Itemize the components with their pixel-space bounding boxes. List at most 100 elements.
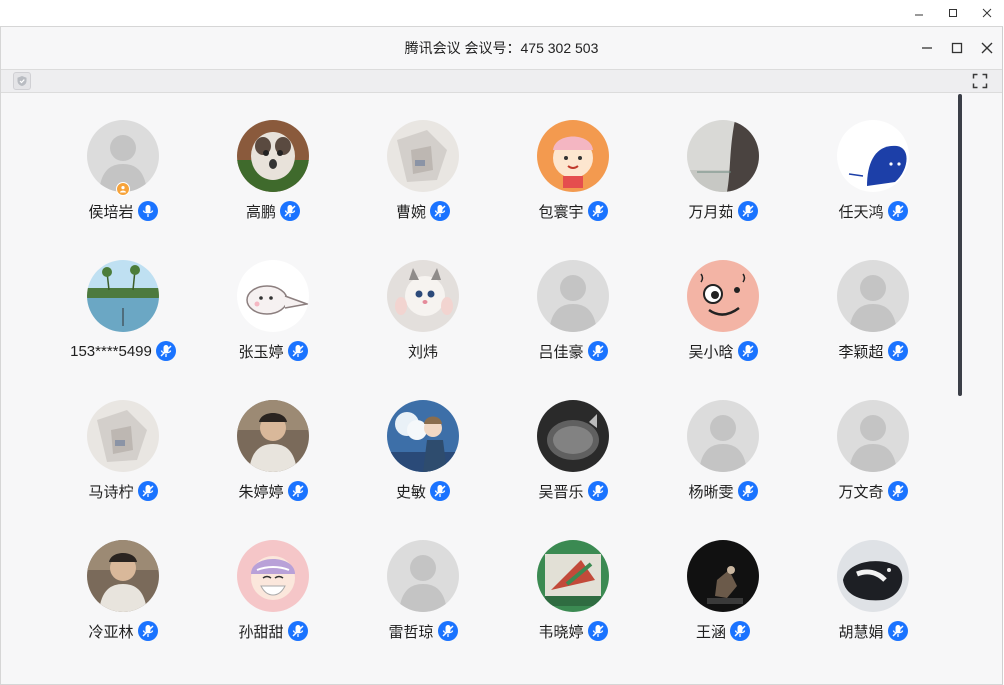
avatar xyxy=(387,260,459,332)
participant-tile[interactable]: 王涵 xyxy=(648,540,798,660)
maximize-icon xyxy=(951,42,963,54)
participant-name-row: 孙甜甜 xyxy=(198,620,348,642)
mic-muted-button[interactable] xyxy=(155,341,176,361)
mic-muted-button[interactable] xyxy=(587,341,608,361)
avatar xyxy=(387,400,459,472)
participant-tile[interactable]: 冷亚林 xyxy=(48,540,198,660)
participant-name: 史敏 xyxy=(395,483,426,501)
participant-name: 王涵 xyxy=(695,623,726,641)
participant-name-row: 包寰宇 xyxy=(498,200,648,222)
participant-name: 万文奇 xyxy=(838,483,884,501)
outer-minimize-button[interactable] xyxy=(902,0,936,26)
participant-name-row: 张玉婷 xyxy=(198,340,348,362)
participant-name: 杨晰雯 xyxy=(688,483,734,501)
participant-tile[interactable]: 吕佳豪 xyxy=(498,260,648,380)
participant-name-row: 153****5499 xyxy=(48,340,198,362)
mic-muted-button[interactable] xyxy=(730,621,750,641)
participant-tile[interactable]: 李颖超 xyxy=(798,260,948,380)
mic-muted-button[interactable] xyxy=(437,621,458,641)
mic-muted-button[interactable] xyxy=(137,481,158,501)
fullscreen-button[interactable] xyxy=(972,73,988,89)
participant-name: 孙甜甜 xyxy=(238,623,284,641)
avatar xyxy=(537,400,609,472)
mic-on-button[interactable] xyxy=(137,201,158,221)
outer-maximize-button[interactable] xyxy=(936,0,970,26)
close-button[interactable] xyxy=(973,35,1001,61)
close-icon xyxy=(982,8,992,18)
participant-name: 侯培岩 xyxy=(88,203,134,221)
mic-muted-button[interactable] xyxy=(587,621,608,641)
mic-muted-icon xyxy=(591,485,604,497)
avatar xyxy=(837,260,909,332)
participant-tile[interactable]: 高鹏 xyxy=(198,120,348,240)
participant-name: 吴小晗 xyxy=(688,343,734,361)
mic-muted-button[interactable] xyxy=(137,621,158,641)
close-icon xyxy=(981,42,993,54)
mic-muted-icon xyxy=(891,625,904,637)
participant-name: 李颖超 xyxy=(838,343,884,361)
participant-tile[interactable]: 张玉婷 xyxy=(198,260,348,380)
participant-tile[interactable]: 万月茹 xyxy=(648,120,798,240)
mic-muted-button[interactable] xyxy=(587,481,608,501)
mic-muted-icon xyxy=(434,205,446,217)
outer-close-button[interactable] xyxy=(970,0,1004,26)
mic-muted-button[interactable] xyxy=(287,341,308,361)
participant-tile[interactable]: 孙甜甜 xyxy=(198,540,348,660)
mic-muted-button[interactable] xyxy=(287,621,308,641)
avatar xyxy=(537,540,609,612)
participant-tile[interactable]: 史敏 xyxy=(348,400,498,520)
participant-name: 153****5499 xyxy=(70,342,152,360)
mic-muted-button[interactable] xyxy=(737,341,758,361)
mic-muted-icon xyxy=(591,345,604,357)
participant-tile[interactable]: 雷哲琼 xyxy=(348,540,498,660)
participant-tile[interactable]: 杨晰雯 xyxy=(648,400,798,520)
participant-tile[interactable]: 153****5499 xyxy=(48,260,198,380)
avatar xyxy=(687,120,759,192)
maximize-button[interactable] xyxy=(943,35,971,61)
participant-tile[interactable]: 朱婷婷 xyxy=(198,400,348,520)
mic-muted-icon xyxy=(441,625,454,637)
participant-tile[interactable]: 曹婉 xyxy=(348,120,498,240)
mic-muted-icon xyxy=(734,625,746,637)
participant-name-row: 马诗柠 xyxy=(48,480,198,502)
participant-name-row: 万文奇 xyxy=(798,480,948,502)
participant-name-row: 侯培岩 xyxy=(48,200,198,222)
mic-muted-button[interactable] xyxy=(430,201,450,221)
participant-tile[interactable]: 韦晓婷 xyxy=(498,540,648,660)
security-button[interactable] xyxy=(13,72,31,90)
participant-name: 包寰宇 xyxy=(538,203,584,221)
mic-muted-button[interactable] xyxy=(737,201,758,221)
mic-muted-button[interactable] xyxy=(887,621,908,641)
participant-tile[interactable]: 包寰宇 xyxy=(498,120,648,240)
participant-name-row: 韦晓婷 xyxy=(498,620,648,642)
participant-name-row: 胡慧娟 xyxy=(798,620,948,642)
mic-muted-button[interactable] xyxy=(430,481,450,501)
mic-muted-button[interactable] xyxy=(887,341,908,361)
mic-muted-icon xyxy=(891,205,904,217)
minimize-button[interactable] xyxy=(913,35,941,61)
participant-tile[interactable]: 马诗柠 xyxy=(48,400,198,520)
participant-name: 万月茹 xyxy=(688,203,734,221)
mic-muted-button[interactable] xyxy=(887,481,908,501)
participant-tile[interactable]: 任天鸿 xyxy=(798,120,948,240)
participant-tile[interactable]: 吴小晗 xyxy=(648,260,798,380)
mic-muted-button[interactable] xyxy=(887,201,908,221)
mic-muted-button[interactable] xyxy=(587,201,608,221)
avatar xyxy=(687,400,759,472)
mic-muted-button[interactable] xyxy=(280,201,300,221)
scrollbar[interactable] xyxy=(958,94,962,396)
participant-name: 任天鸿 xyxy=(838,203,884,221)
mic-muted-icon xyxy=(160,345,172,357)
participant-tile[interactable]: 吴晋乐 xyxy=(498,400,648,520)
participant-name: 冷亚林 xyxy=(88,623,134,641)
participant-tile[interactable]: 刘炜 xyxy=(348,260,498,380)
mic-muted-button[interactable] xyxy=(287,481,308,501)
avatar xyxy=(237,260,309,332)
participant-tile[interactable]: 侯培岩 xyxy=(48,120,198,240)
shield-icon xyxy=(17,76,27,86)
participant-tile[interactable]: 万文奇 xyxy=(798,400,948,520)
participant-name: 韦晓婷 xyxy=(538,623,584,641)
participant-tile[interactable]: 胡慧娟 xyxy=(798,540,948,660)
participant-grid: 侯培岩 高鹏 曹婉 包寰宇 万月茹 任天鸿 153****5499 张玉婷 刘炜 吕佳豪 吴小晗 李颖… xyxy=(1,94,961,684)
mic-muted-button[interactable] xyxy=(737,481,758,501)
